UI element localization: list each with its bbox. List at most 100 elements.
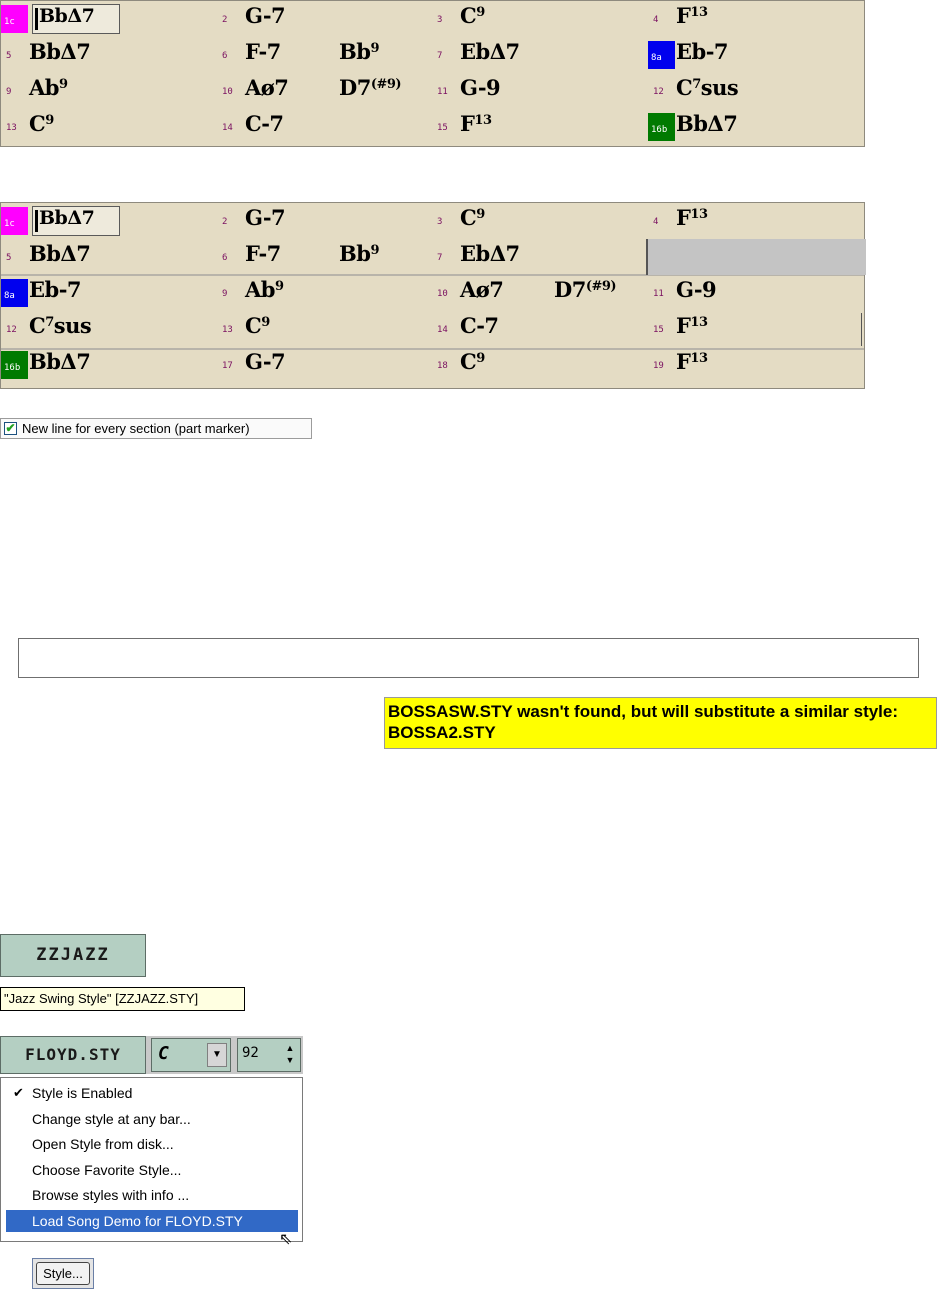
bar-cell[interactable]: 15 F13 [648, 313, 864, 343]
chord-sheet-after[interactable]: 1c BbΔ7 2 G-7 3 C9 4 F13 5 BbΔ7 6 F-7 Bb9 7 EbΔ7 8a Eb-7… [0, 202, 866, 389]
chord-symbol[interactable]: C-7 [460, 313, 499, 338]
chord-symbol[interactable]: C-7 [245, 111, 284, 136]
chord-symbol[interactable]: EbΔ7 [460, 39, 520, 64]
menu-item[interactable]: Load Song Demo for FLOYD.STY [6, 1209, 298, 1232]
bar-number: 12 [653, 87, 664, 97]
chord-sheet-before[interactable]: 1c BbΔ7 2 G-7 3 C9 4 F13 5 BbΔ7 6 F-7 Bb9 7 EbΔ7 8a Eb-7… [0, 0, 865, 147]
chord-symbol[interactable]: G-7 [245, 349, 286, 374]
bar-cell[interactable]: 14 C-7 [217, 111, 433, 141]
part-marker[interactable]: 1c [1, 207, 28, 235]
chord-symbol[interactable]: BbΔ7 [676, 111, 738, 136]
bar-cell[interactable]: 4 F13 [648, 3, 864, 33]
bar-cell[interactable]: 10 Aø7 D7(#9) [217, 75, 433, 105]
bar-cell[interactable]: 2 G-7 [217, 205, 433, 235]
new-line-per-section-option[interactable]: ✔ New line for every section (part marke… [0, 418, 312, 439]
bar-cell[interactable]: 7 EbΔ7 [432, 241, 648, 271]
bar-cell[interactable]: 17 G-7 [217, 349, 433, 379]
key-select[interactable]: C ▼ [151, 1038, 231, 1072]
chord-symbol[interactable]: G-9 [676, 277, 717, 302]
bar-cell[interactable]: 3 C9 [432, 3, 648, 33]
bar-cell[interactable]: 14 C-7 [432, 313, 648, 343]
chord-symbol[interactable]: Bb9 [339, 241, 379, 266]
chord-symbol[interactable]: Eb-7 [29, 277, 82, 302]
bar-cell[interactable]: 16b BbΔ7 [648, 111, 864, 141]
chord-symbol[interactable]: F-7 [245, 39, 281, 64]
menu-item[interactable]: Change style at any bar... [6, 1108, 298, 1130]
bar-cell[interactable]: 2 G-7 [217, 3, 433, 33]
bar-cell[interactable]: 9 Ab9 [1, 75, 217, 105]
chord-symbol[interactable]: F-7 [245, 241, 281, 266]
bar-cell[interactable]: 9 Ab9 [217, 277, 433, 307]
mouse-pointer-icon: ⇖ [279, 1231, 293, 1248]
spin-arrows-icon[interactable]: ▲ ▼ [282, 1042, 298, 1068]
bar-cell[interactable]: 8a Eb-7 [1, 277, 217, 307]
chord-symbol[interactable]: EbΔ7 [460, 241, 520, 266]
menu-item[interactable]: Open Style from disk... [6, 1133, 298, 1155]
tempo-stepper[interactable]: 92 ▲ ▼ [237, 1038, 301, 1072]
chord-symbol[interactable]: F13 [676, 313, 708, 338]
bar-cell[interactable]: 6 F-7 Bb9 [217, 241, 433, 271]
bar-cell[interactable]: 13 C9 [217, 313, 433, 343]
chord-symbol[interactable]: Ab9 [245, 277, 284, 302]
chord-symbol[interactable]: C7sus [676, 75, 739, 100]
menu-item[interactable]: Browse styles with info ... [6, 1184, 298, 1206]
chord-symbol[interactable]: D7(#9) [554, 277, 617, 302]
bar-cell[interactable]: 12 C7sus [1, 313, 217, 343]
current-style-button[interactable]: FLOYD.STY [0, 1036, 146, 1074]
bar-cell[interactable]: 3 C9 [432, 205, 648, 235]
bar-cell[interactable]: 5 BbΔ7 [1, 39, 217, 69]
bar-cell[interactable]: 7 EbΔ7 [432, 39, 648, 69]
checkbox-checked-icon[interactable]: ✔ [4, 422, 17, 435]
chord-symbol[interactable]: BbΔ7 [29, 349, 91, 374]
chord-symbol[interactable]: Aø7 [245, 75, 289, 100]
chord-symbol[interactable]: BbΔ7 [29, 39, 91, 64]
bar-cell[interactable]: 16b BbΔ7 [1, 349, 217, 379]
part-marker[interactable]: 16b [648, 113, 675, 141]
part-marker[interactable]: 1c [1, 5, 28, 33]
part-marker[interactable]: 16b [1, 351, 28, 379]
chord-symbol[interactable]: F13 [676, 349, 708, 374]
chord-symbol[interactable]: C9 [460, 349, 485, 374]
bar-cell[interactable]: 5 BbΔ7 [1, 241, 217, 271]
chord-symbol[interactable]: Ab9 [29, 75, 68, 100]
bar-cell[interactable]: 13 C9 [1, 111, 217, 141]
chord-symbol[interactable]: BbΔ7 [32, 206, 120, 236]
chord-symbol[interactable]: Eb-7 [676, 39, 729, 64]
style-dialog-button[interactable]: Style... [32, 1258, 94, 1289]
chord-symbol[interactable]: G-7 [245, 3, 286, 28]
chord-symbol[interactable]: Aø7 [460, 277, 504, 302]
chord-symbol[interactable]: D7(#9) [339, 75, 402, 100]
section-divider [1, 348, 864, 350]
chord-symbol[interactable]: C9 [245, 313, 270, 338]
bar-cell[interactable]: 11 G-9 [432, 75, 648, 105]
style-name-button[interactable]: ZZJAZZ [0, 934, 146, 977]
chord-symbol[interactable]: F13 [460, 111, 492, 136]
chord-symbol[interactable]: C7sus [29, 313, 92, 338]
chord-symbol[interactable]: G-7 [245, 205, 286, 230]
bar-cell[interactable]: 1c BbΔ7 [1, 206, 217, 236]
bar-cell[interactable]: 4 F13 [648, 205, 864, 235]
bar-cell[interactable]: 15 F13 [432, 111, 648, 141]
bar-cell[interactable]: 12 C7sus [648, 75, 864, 105]
bar-cell[interactable]: 19 F13 [648, 349, 864, 379]
bar-cell[interactable]: 1c BbΔ7 [1, 4, 217, 34]
bar-cell[interactable]: 18 C9 [432, 349, 648, 379]
bar-cell[interactable]: 10 Aø7 D7(#9) [432, 277, 648, 307]
chord-symbol[interactable]: C9 [29, 111, 54, 136]
part-marker[interactable]: 8a [1, 279, 28, 307]
chord-symbol[interactable]: F13 [676, 205, 708, 230]
chord-symbol[interactable]: C9 [460, 3, 485, 28]
bar-cell[interactable]: 8a Eb-7 [648, 39, 864, 69]
chevron-down-icon[interactable]: ▼ [207, 1043, 227, 1067]
chord-symbol[interactable]: C9 [460, 205, 485, 230]
chord-symbol[interactable]: Bb9 [339, 39, 379, 64]
menu-item[interactable]: Choose Favorite Style... [6, 1159, 298, 1181]
chord-symbol[interactable]: BbΔ7 [29, 241, 91, 266]
chord-symbol[interactable]: BbΔ7 [32, 4, 120, 34]
bar-cell[interactable]: 6 F-7 Bb9 [217, 39, 433, 69]
menu-item[interactable]: ✔ Style is Enabled [6, 1082, 298, 1104]
chord-symbol[interactable]: F13 [676, 3, 708, 28]
bar-cell[interactable]: 11 G-9 [648, 277, 864, 307]
part-marker[interactable]: 8a [648, 41, 675, 69]
chord-symbol[interactable]: G-9 [460, 75, 501, 100]
